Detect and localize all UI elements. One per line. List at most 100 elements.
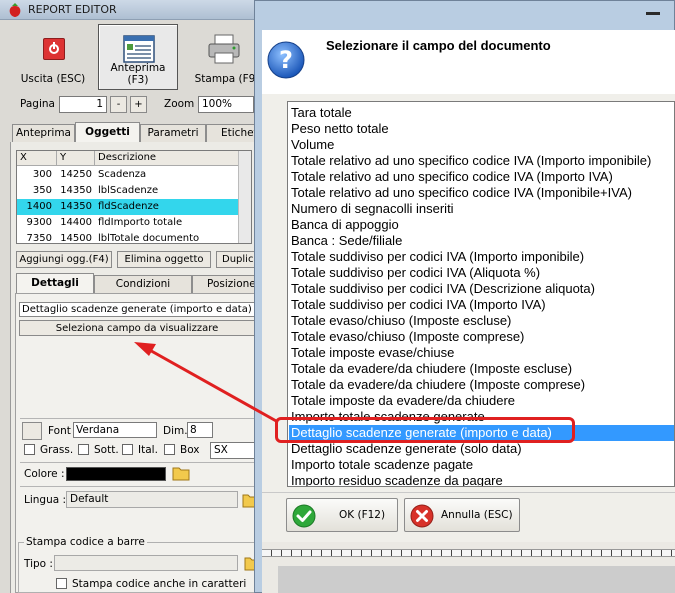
table-row-selected[interactable]: 1400 14350 fldScadenze	[17, 199, 239, 215]
preview-button-label: Anteprima (F3)	[110, 62, 166, 86]
list-item[interactable]: Totale relativo ad uno specifico codice …	[290, 153, 651, 169]
exit-button-label: Uscita (ESC)	[20, 73, 86, 85]
list-item[interactable]: Totale imposte evase/chiuse	[290, 345, 454, 361]
ok-button-label: OK (F12)	[339, 509, 386, 521]
column-header-x[interactable]: X	[17, 151, 57, 166]
list-item[interactable]: Numero di segnacolli inseriti	[290, 201, 454, 217]
table-row[interactable]: 7350 14500 lblTotale documento	[17, 231, 239, 247]
list-item[interactable]: Banca : Sede/filiale	[290, 233, 402, 249]
table-scrollbar[interactable]	[238, 151, 251, 243]
divider	[20, 486, 256, 487]
preview-icon	[123, 35, 155, 63]
color-label: Colore :	[24, 468, 65, 480]
editor-title: REPORT EDITOR	[28, 3, 117, 16]
cell-description: lblScadenze	[98, 185, 159, 196]
delete-object-button[interactable]: Elimina oggetto	[117, 251, 211, 268]
tab-etichette[interactable]: Etichet	[206, 124, 258, 142]
page-decrement-button[interactable]: -	[110, 96, 127, 113]
page-label: Pagina	[20, 98, 55, 110]
list-item[interactable]: Totale suddiviso per codici IVA (Importo…	[290, 297, 546, 313]
tab-parametri[interactable]: Parametri	[140, 124, 206, 142]
language-label: Lingua :	[24, 494, 67, 506]
list-item[interactable]: Importo residuo scadenze da pagare	[290, 473, 503, 486]
list-item[interactable]: Totale suddiviso per codici IVA (Descriz…	[290, 281, 595, 297]
font-size-field[interactable]: 8	[187, 422, 213, 438]
preview-button[interactable]: Anteprima (F3)	[98, 24, 178, 90]
cancel-button-label: Annulla (ESC)	[441, 509, 513, 521]
list-item[interactable]: Totale relativo ad uno specifico codice …	[290, 185, 632, 201]
cancel-button[interactable]: Annulla (ESC)	[404, 498, 520, 532]
table-row[interactable]: 300 14250 Scadenza	[17, 167, 239, 183]
subtab-condizioni[interactable]: Condizioni	[94, 275, 192, 293]
underline-label: Sott.	[94, 444, 119, 456]
minimize-icon[interactable]	[646, 12, 660, 15]
ok-button[interactable]: OK (F12)	[286, 498, 398, 532]
list-item[interactable]: Totale relativo ad uno specifico codice …	[290, 169, 613, 185]
list-item[interactable]: Dettaglio scadenze generate (solo data)	[290, 441, 522, 457]
italic-label: Ital.	[138, 444, 158, 456]
cell-x: 1400	[26, 201, 52, 212]
list-item[interactable]: Importo totale scadenze pagate	[290, 457, 473, 473]
printer-icon	[208, 34, 240, 64]
cell-y: 14250	[60, 169, 92, 180]
font-name-field[interactable]: Verdana	[73, 422, 157, 438]
ruler	[262, 549, 675, 557]
list-item[interactable]: Totale suddiviso per codici IVA (Aliquot…	[290, 265, 540, 281]
table-row[interactable]: 350 14350 lblScadenze	[17, 183, 239, 199]
list-item[interactable]: Peso netto totale	[290, 121, 389, 137]
zoom-input[interactable]: 100%	[198, 96, 254, 113]
app-strawberry-icon	[9, 3, 21, 17]
italic-checkbox[interactable]	[122, 444, 133, 455]
zoom-label: Zoom	[164, 98, 195, 110]
list-item[interactable]: Totale imposte da evadere/da chiudere	[290, 393, 515, 409]
list-item[interactable]: Totale da evadere/da chiudere (Imposte e…	[290, 361, 572, 377]
exit-button[interactable]: Uscita (ESC)	[16, 26, 90, 88]
cell-x: 7350	[26, 233, 52, 244]
select-field-button[interactable]: Seleziona campo da visualizzare	[19, 320, 255, 336]
cell-y: 14500	[60, 233, 92, 244]
page-increment-button[interactable]: +	[130, 96, 147, 113]
highlight-annotation	[275, 417, 575, 443]
duplicate-object-button[interactable]: Duplic	[216, 251, 256, 268]
tab-oggetti[interactable]: Oggetti	[75, 122, 140, 142]
language-field[interactable]: Default	[66, 491, 238, 508]
cell-y: 14400	[60, 217, 92, 228]
add-object-button[interactable]: Aggiungi ogg.(F4)	[16, 251, 112, 268]
cell-description: fldScadenze	[98, 201, 159, 212]
bold-checkbox[interactable]	[24, 444, 35, 455]
subtab-posizione[interactable]: Posizione	[192, 275, 256, 293]
print-button[interactable]: Stampa (F9	[190, 26, 260, 88]
cell-description: Scadenza	[98, 169, 147, 180]
table-row[interactable]: 9300 14400 fldImporto totale	[17, 215, 239, 231]
list-item[interactable]: Totale evaso/chiuso (Imposte escluse)	[290, 313, 511, 329]
list-item[interactable]: Tara totale	[290, 105, 352, 121]
list-item[interactable]: Volume	[290, 137, 334, 153]
folder-icon[interactable]	[172, 465, 190, 481]
barcode-chars-checkbox[interactable]	[56, 578, 67, 589]
font-picker-button[interactable]	[22, 422, 42, 440]
column-header-y[interactable]: Y	[57, 151, 95, 166]
field-value-display: Dettaglio scadenze generate (importo e d…	[19, 302, 255, 317]
question-icon: ?	[267, 41, 305, 79]
tab-anteprima[interactable]: Anteprima	[12, 124, 75, 142]
objects-table[interactable]: X Y Descrizione 300 14250 Scadenza 350 1…	[16, 150, 252, 244]
list-item[interactable]: Totale suddiviso per codici IVA (Importo…	[290, 249, 584, 265]
dialog-title: Selezionare il campo del documento	[326, 38, 551, 53]
box-label: Box	[180, 444, 200, 456]
list-item[interactable]: Totale da evadere/da chiudere (Imposte c…	[290, 377, 585, 393]
subtab-dettagli[interactable]: Dettagli	[16, 273, 94, 293]
color-swatch[interactable]	[66, 467, 166, 481]
list-item[interactable]: Totale evaso/chiuso (Imposte comprese)	[290, 329, 524, 345]
barcode-type-label: Tipo :	[24, 558, 53, 570]
list-item[interactable]: Banca di appoggio	[290, 217, 399, 233]
alignment-select[interactable]: SX	[210, 442, 256, 459]
underline-checkbox[interactable]	[78, 444, 89, 455]
cell-description: fldImporto totale	[98, 217, 183, 228]
barcode-type-field[interactable]	[54, 555, 238, 571]
cell-description: lblTotale documento	[98, 233, 200, 244]
cell-x: 9300	[26, 217, 52, 228]
page-input[interactable]: 1	[59, 96, 107, 113]
column-header-description[interactable]: Descrizione	[95, 151, 239, 166]
box-checkbox[interactable]	[164, 444, 175, 455]
x-icon	[410, 504, 434, 528]
